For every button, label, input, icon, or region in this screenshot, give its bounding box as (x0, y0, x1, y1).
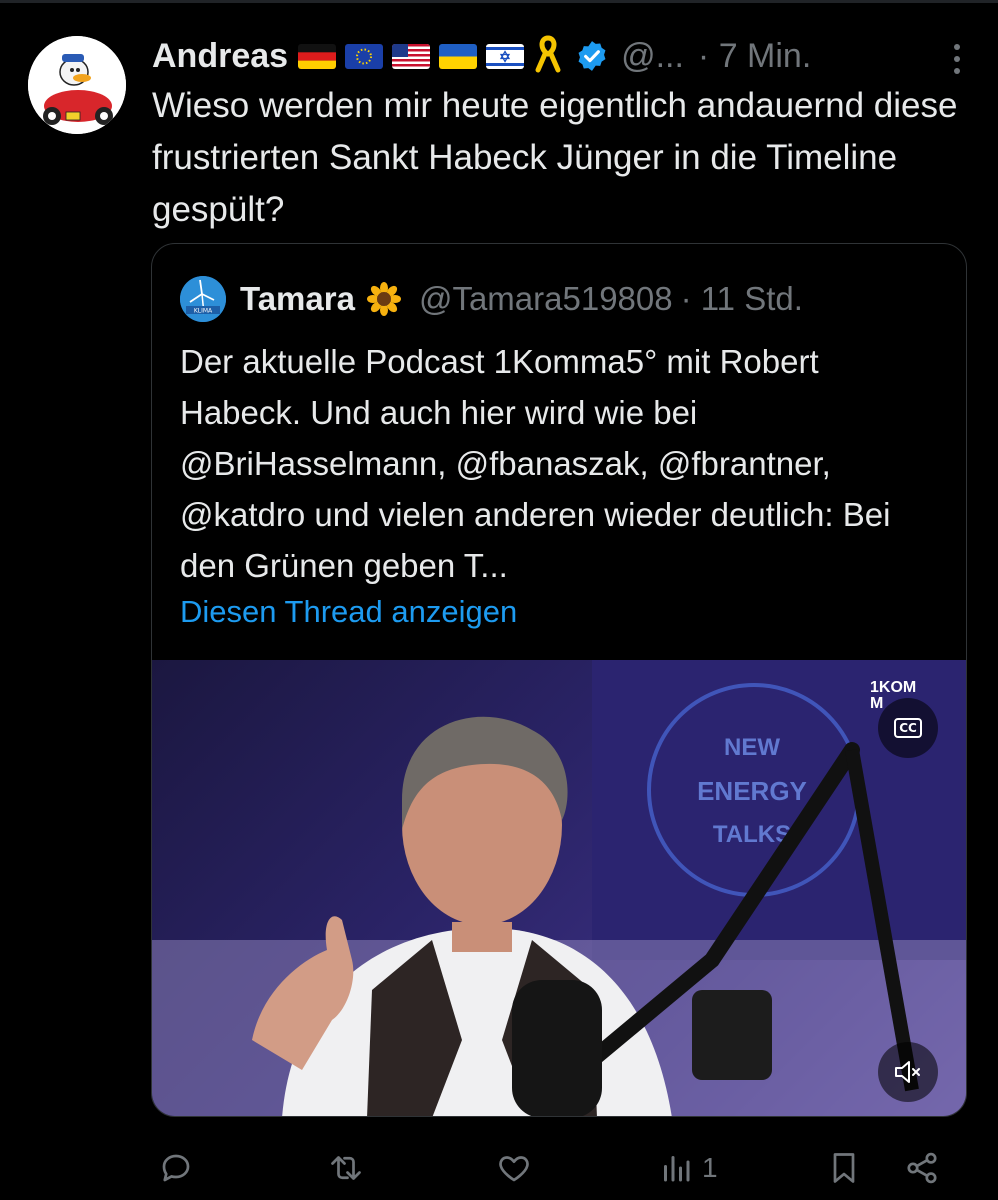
repost-button[interactable] (328, 1150, 372, 1186)
bookmark-icon (833, 1153, 855, 1183)
ukraine-flag-icon (439, 43, 478, 69)
cc-icon: CC (894, 718, 922, 738)
svg-text:ENERGY: ENERGY (697, 776, 807, 806)
duck-car-avatar-image (28, 36, 126, 134)
captions-button[interactable]: CC (878, 698, 938, 758)
post-text: Wieso werden mir heute eigentlich andaue… (152, 86, 958, 229)
yellow-ribbon-icon (533, 34, 563, 79)
podcast-video-frame: NEW ENERGY TALKS (152, 660, 966, 1116)
post-action-bar: 1 (0, 1140, 998, 1200)
wind-turbine-avatar-image: KLIMA (180, 276, 226, 322)
views-count: 1 (702, 1152, 718, 1183)
quoted-author-avatar[interactable]: KLIMA (180, 276, 226, 322)
svg-text:NEW: NEW (724, 734, 780, 761)
author-name[interactable]: Andreas (152, 37, 288, 76)
repost-icon (331, 1156, 361, 1180)
share-button[interactable] (904, 1150, 940, 1186)
heart-icon (499, 1156, 529, 1182)
svg-text:TALKS: TALKS (713, 821, 791, 848)
quoted-author-handle[interactable]: @Tamara519808 (419, 280, 673, 318)
quoted-author-name[interactable]: Tamara (240, 280, 355, 318)
author-avatar[interactable] (28, 36, 126, 134)
show-thread-link[interactable]: Diesen Thread anzeigen (180, 594, 517, 630)
eu-flag-icon (345, 43, 384, 69)
speaker-muted-icon (895, 1061, 920, 1083)
mute-button[interactable] (878, 1042, 938, 1102)
author-handle[interactable]: @... (621, 37, 684, 76)
top-divider (0, 0, 998, 3)
israel-flag-icon (486, 43, 525, 69)
like-button[interactable] (496, 1150, 540, 1186)
quoted-post-time[interactable]: · 11 Std. (681, 280, 803, 318)
views-chart-icon (664, 1156, 690, 1182)
post-header: Andreas @... · 7 Min. (152, 34, 958, 78)
more-options-icon[interactable] (950, 40, 964, 76)
quoted-post-header: KLIMA Tamara @Tamara519808 · 11 Std. (180, 276, 803, 322)
germany-flag-icon (298, 43, 337, 69)
quoted-post-text: Der aktuelle Podcast 1Komma5° mit Robert… (180, 343, 891, 584)
bookmark-button[interactable] (826, 1150, 862, 1186)
post-time[interactable]: · 7 Min. (698, 37, 811, 76)
sunflower-icon (366, 282, 401, 316)
reply-button[interactable] (158, 1150, 202, 1186)
verified-badge-icon (578, 41, 606, 71)
views-button[interactable]: 1 (658, 1150, 718, 1186)
author-name-emojis (298, 34, 563, 79)
video-player[interactable]: NEW ENERGY TALKS 1KOM M CC (152, 660, 966, 1116)
quoted-post[interactable]: KLIMA Tamara @Tamara519808 · 11 Std. Der… (151, 243, 967, 1117)
usa-flag-icon (392, 43, 431, 69)
reply-icon (162, 1154, 190, 1182)
share-icon (907, 1152, 937, 1184)
avatar-text: KLIMA (194, 308, 213, 315)
